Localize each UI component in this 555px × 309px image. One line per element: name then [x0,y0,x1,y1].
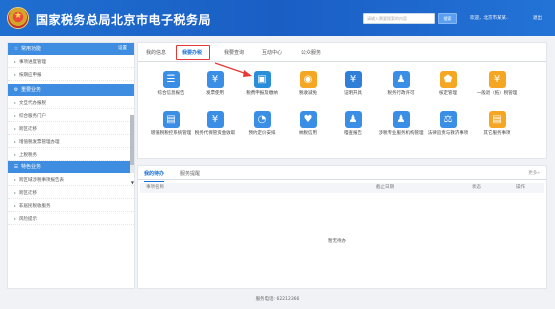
service-label: 证明开具 [344,91,362,96]
column-header: 状态 [472,185,481,190]
search-button[interactable]: 搜索 [438,13,457,24]
special-business-title: 特色业务 [21,164,42,170]
sidebar-item[interactable]: 跨区迁移 [8,186,134,199]
tab-interaction[interactable]: 互动中心 [262,49,282,56]
sidebar-item[interactable]: 跨区域涉税事项报告表 [8,173,134,186]
service-label: 法律追责与救济事项 [427,131,469,136]
site-title: 国家税务总局北京市电子税务局 [36,13,212,27]
tasks-panel: 我的待办 服务提醒 更多» 事项名称 截止日期 状态 操作 暂无待办 [137,165,547,289]
tab-query[interactable]: 我要查询 [224,49,244,56]
service-item[interactable]: ¥ 一般退（抵）税管理 [474,71,520,97]
sidebar-item[interactable]: 上税税务 [8,148,134,161]
service-item[interactable]: ▤ 其它服务事项 [474,111,520,137]
star-icon: ☆ [13,46,19,52]
service-icon: ◔ [253,111,271,128]
service-item[interactable]: ¥ 证明开具 [330,71,376,97]
tasks-tabs: 我的待办 服务提醒 更多» [138,166,546,182]
service-icon: ¥ [488,71,506,88]
service-icon: ⬟ [439,71,457,88]
service-label: 涉税专业服务机构管理 [378,131,424,136]
service-icon: ♟ [392,71,410,88]
service-icon: ▣ [253,71,271,88]
service-icon: ♥ [299,111,317,128]
service-icon: ⚖ [439,111,457,128]
service-item[interactable]: ♟ 稽查报告 [330,111,376,137]
sidebar-scrollbar[interactable] [130,115,134,173]
scrollbar-thumb[interactable] [130,115,134,165]
main-tabs: 我的信息 我要办税 我要查询 互动中心 公众服务 [138,43,546,62]
service-label: 纳税信用 [299,131,317,136]
service-icon: ♟ [344,111,362,128]
tasks-table-header: 事项名称 截止日期 状态 操作 [140,183,544,193]
search-input[interactable]: 请输入需要搜索的内容 [363,13,435,24]
service-item[interactable]: ☰ 综合信息报告 [148,71,194,97]
service-label: 发票使用 [206,91,224,96]
sidebar-item[interactable]: 文旦代办报税 [8,96,134,109]
sidebar-item[interactable]: 综合服务门户 [8,109,134,122]
service-item[interactable]: ♥ 纳税信用 [285,111,331,137]
service-label: 预约定价安排 [248,131,276,136]
sidebar-item[interactable]: 增值税发票管理办理 [8,135,134,148]
service-icon: ¥ [206,111,224,128]
header: 国家税务总局北京市电子税务局 请输入需要搜索的内容 搜索 欢迎，北京市某某.. … [0,0,555,36]
service-item[interactable]: ¥ 税务代保管资金收取 [192,111,238,137]
service-icon: ¥ [344,71,362,88]
service-item[interactable]: ◉ 税收减免 [285,71,331,97]
service-item[interactable]: ⬟ 核定管理 [425,71,471,97]
column-header: 事项名称 [146,185,164,190]
service-item[interactable]: ▤ 增值税税控系统管理 [148,111,194,137]
more-link[interactable]: 更多» [528,170,540,176]
important-business-title: 重要业务 [21,87,42,93]
tab-my-todo[interactable]: 我的待办 [144,170,165,182]
service-icon: ♟ [392,111,410,128]
service-label: 一般退（抵）税管理 [476,91,518,96]
service-label: 综合信息报告 [157,91,185,96]
service-item[interactable]: ⚖ 法律追责与救济事项 [425,111,471,137]
service-label: 税务代保管资金收取 [194,131,236,136]
service-icon: ☰ [162,71,180,88]
settings-link[interactable]: 设置 [118,43,127,55]
sidebar-item[interactable]: 事项进度管理 [8,55,134,68]
sidebar-item[interactable]: 风险提示 [8,212,134,225]
service-label: 税务行政许可 [387,91,415,96]
tab-my-info[interactable]: 我的信息 [146,49,166,56]
sidebar-item[interactable]: 按期应申报 [8,68,134,81]
tax-emblem-logo [7,7,29,29]
gear-icon: ⚙ [13,87,19,93]
scroll-down-arrow-icon[interactable]: ▼ [131,180,134,185]
common-functions-header: ☆ 常用功能 设置 [8,43,134,55]
service-icon: ◉ [299,71,317,88]
service-label: 核定管理 [439,91,457,96]
sidebar-item[interactable]: 非居民税收服务 [8,199,134,212]
active-tab-highlight [176,45,210,60]
sidebar-item[interactable]: 跨区迁移 [8,122,134,135]
tab-public-service[interactable]: 公众服务 [301,49,321,56]
list-icon: ☰ [13,164,19,170]
service-label: 稽查报告 [344,131,362,136]
column-header: 截止日期 [376,185,394,190]
footer-service-phone: 服务电话: 62212366 [255,297,300,302]
logout-link[interactable]: 退出 [533,15,542,21]
service-icon: ▤ [488,111,506,128]
service-item[interactable]: ♟ 税务行政许可 [378,71,424,97]
service-label: 税收减免 [299,91,317,96]
service-item[interactable]: ♟ 涉税专业服务机构管理 [378,111,424,137]
special-business-header[interactable]: ☰ 特色业务 [8,161,134,173]
arrow-annotation-icon [214,62,252,77]
service-label: 增值税税控系统管理 [150,131,192,136]
common-functions-title: 常用功能 [21,46,42,52]
tab-service-reminder[interactable]: 服务提醒 [180,170,200,177]
service-icon: ▤ [162,111,180,128]
important-business-header[interactable]: ⚙ 重要业务 [8,84,134,96]
welcome-text: 欢迎，北京市某某.. [470,16,509,21]
empty-state-text: 暂无待办 [328,239,346,244]
service-label: 其它服务事项 [483,131,511,136]
service-item[interactable]: ◔ 预约定价安排 [239,111,285,137]
tax-services-panel: 我的信息 我要办税 我要查询 互动中心 公众服务 ☰ 综合信息报告 ¥ 发票使用 ▣ 税费… [137,42,547,159]
service-label: 税费申报及缴纳 [246,91,278,96]
sidebar: ☆常用功能 设置 事项进度管理 按期应申报 ⚙重要业务 文旦代办报税 综合服务门… [7,42,135,289]
column-header: 操作 [516,185,525,190]
